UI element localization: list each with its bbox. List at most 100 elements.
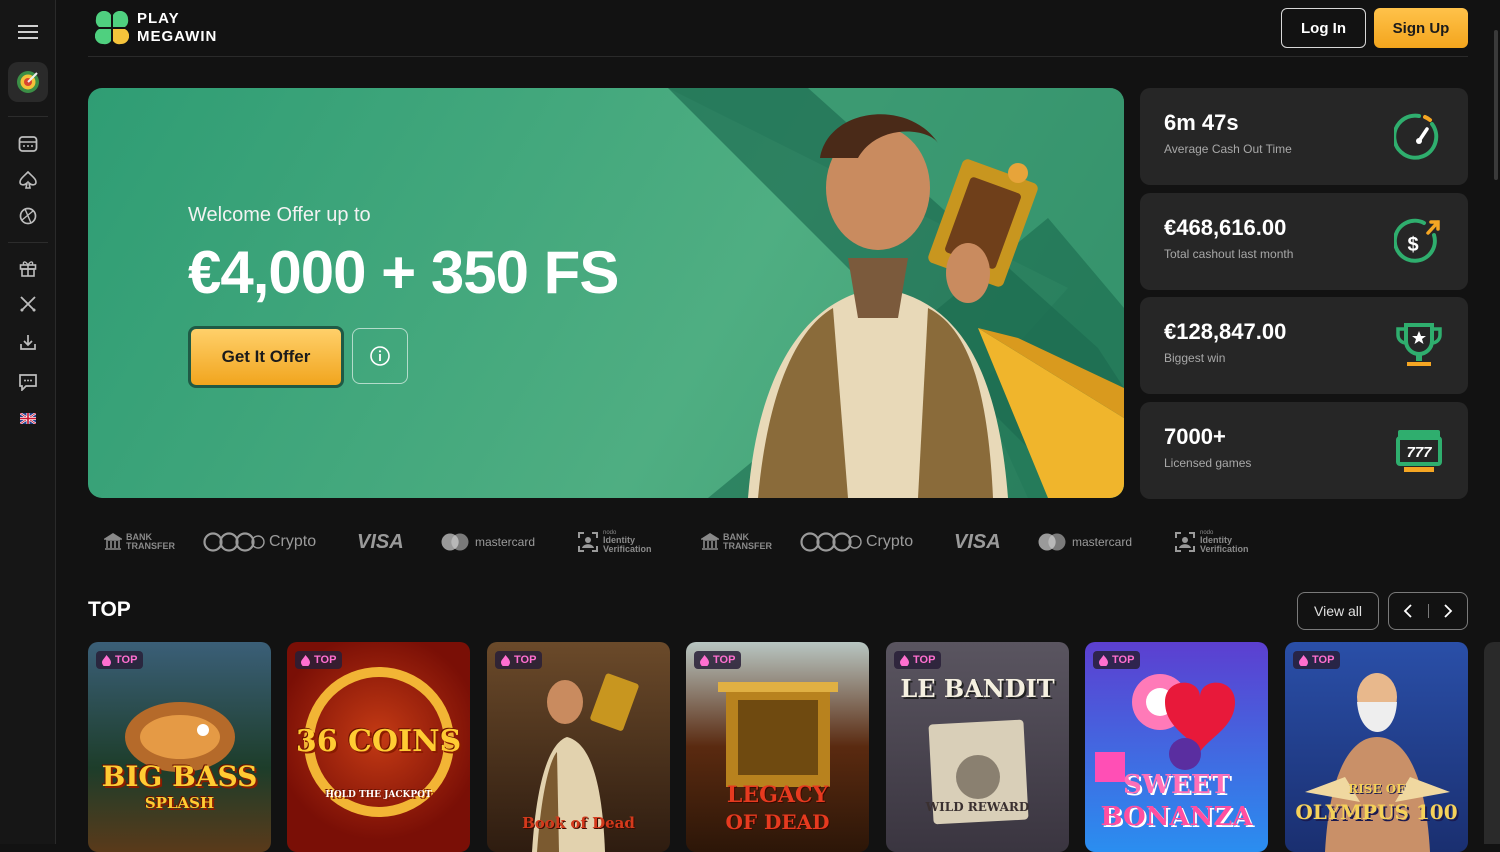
- flame-icon: [1299, 654, 1308, 666]
- top-badge: TOP: [894, 651, 942, 669]
- uk-flag-icon[interactable]: [0, 400, 56, 436]
- game-card[interactable]: TOP Book of Dead: [487, 642, 670, 852]
- game-card[interactable]: TOP LE BANDIT WILD REWARD: [886, 642, 1069, 852]
- identity-verification-logo: nodo Identity Verification: [577, 528, 652, 556]
- clover-icon: [95, 11, 129, 45]
- game-title: RISE OF: [1348, 782, 1405, 796]
- game-card[interactable]: TOP 36 COINS HOLD THE JACKPOT: [287, 642, 470, 852]
- scrollbar[interactable]: [1494, 30, 1498, 180]
- dollar-cashout-icon: $: [1394, 218, 1440, 263]
- game-card[interactable]: TOP RISE OF OLYMPUS 100: [1285, 642, 1468, 852]
- target-icon[interactable]: [8, 62, 48, 102]
- download-icon[interactable]: [0, 324, 56, 360]
- flame-icon: [501, 654, 510, 666]
- stat-card-cashout-time: 6m 47s Average Cash Out Time: [1140, 88, 1468, 185]
- stat-value: €468,616.00: [1164, 215, 1287, 240]
- info-button[interactable]: [352, 328, 408, 384]
- game-title: LE BANDIT: [900, 674, 1055, 703]
- header-divider: [88, 56, 1468, 57]
- bank-transfer-logo: BANK TRANSFER: [104, 528, 175, 556]
- visa-logo: VISA: [357, 530, 404, 553]
- sports-icon[interactable]: [0, 198, 56, 234]
- top-badge: TOP: [694, 651, 742, 669]
- game-subtitle: HOLD THE JACKPOT: [325, 790, 432, 800]
- top-badge: TOP: [1293, 651, 1341, 669]
- mastercard-icon: [1038, 533, 1066, 551]
- stat-card-total-cashout: €468,616.00 Total cashout last month $: [1140, 193, 1468, 290]
- game-title: BIG BASS: [101, 760, 258, 793]
- stat-label: Biggest win: [1164, 351, 1226, 365]
- top-badge: TOP: [96, 651, 144, 669]
- crypto-logo: Crypto: [203, 528, 316, 556]
- stat-value: 7000+: [1164, 424, 1226, 449]
- speedometer-icon: [1394, 113, 1439, 160]
- top-badge: TOP: [295, 651, 343, 669]
- stat-label: Total cashout last month: [1164, 247, 1294, 261]
- slot-777-icon: 777: [1396, 430, 1442, 472]
- game-subtitle: OLYMPUS 100: [1295, 800, 1458, 824]
- game-title: Book of Dead: [522, 814, 635, 832]
- slot-machine-icon[interactable]: [0, 126, 56, 162]
- chevron-left-icon: [1403, 604, 1412, 618]
- info-icon: [370, 346, 390, 366]
- stat-label: Licensed games: [1164, 456, 1252, 470]
- sidebar: [0, 0, 56, 844]
- next-button[interactable]: [1428, 593, 1467, 629]
- stat-value: 6m 47s: [1164, 110, 1239, 135]
- game-card[interactable]: TOP LEGACY OF DEAD: [686, 642, 869, 852]
- login-button[interactable]: Log In: [1281, 8, 1366, 48]
- view-all-button[interactable]: View all: [1297, 592, 1379, 630]
- prev-button[interactable]: [1389, 593, 1428, 629]
- game-title: LEGACY: [726, 782, 829, 808]
- menu-icon[interactable]: [0, 14, 56, 50]
- mastercard-logo: mastercard: [1038, 528, 1132, 556]
- game-subtitle: WILD REWARD: [925, 800, 1030, 814]
- flame-icon: [1099, 654, 1108, 666]
- crypto-logo: Crypto: [800, 528, 913, 556]
- stat-value: €128,847.00: [1164, 319, 1287, 344]
- chevron-right-icon: [1444, 604, 1453, 618]
- identity-icon: [1175, 532, 1195, 552]
- identity-icon: [578, 532, 598, 552]
- get-offer-button[interactable]: Get It Offer: [188, 326, 344, 388]
- top-badge: TOP: [495, 651, 543, 669]
- flame-icon: [700, 654, 709, 666]
- game-title: 36 COINS: [295, 724, 462, 759]
- tournament-icon[interactable]: [0, 286, 56, 322]
- hero-subtitle: Welcome Offer up to: [188, 204, 371, 226]
- flame-icon: [301, 654, 310, 666]
- svg-text:777: 777: [1406, 444, 1432, 461]
- section-title-top: TOP: [88, 598, 131, 621]
- svg-text:$: $: [1407, 234, 1418, 256]
- game-title: SWEET: [1123, 770, 1230, 800]
- trophy-icon: [1396, 323, 1442, 366]
- hero-title: €4,000 + 350 FS: [188, 239, 619, 306]
- stat-card-biggest-win: €128,847.00 Biggest win: [1140, 297, 1468, 394]
- game-subtitle: SPLASH: [144, 794, 215, 812]
- mastercard-logo: mastercard: [441, 528, 535, 556]
- chat-icon[interactable]: [0, 364, 56, 400]
- game-card[interactable]: TOP BIG BASS SPLASH: [88, 642, 271, 852]
- signup-button[interactable]: Sign Up: [1374, 8, 1468, 48]
- next-game-card-peek[interactable]: [1484, 642, 1500, 844]
- hero-banner[interactable]: Welcome Offer up to €4,000 + 350 FS Get …: [88, 88, 1124, 498]
- crypto-coins-icon: [203, 532, 265, 552]
- bank-transfer-logo: BANK TRANSFER: [701, 528, 772, 556]
- stat-label: Average Cash Out Time: [1164, 142, 1292, 156]
- brand-logo[interactable]: PLAY MEGAWIN: [95, 10, 217, 46]
- flame-icon: [102, 654, 111, 666]
- game-card[interactable]: TOP SWEET BONANZA: [1085, 642, 1268, 852]
- carousel-pager: [1388, 592, 1468, 630]
- gift-icon[interactable]: [0, 250, 56, 286]
- bank-icon: [701, 533, 719, 550]
- brand-name: PLAY MEGAWIN: [137, 10, 218, 45]
- top-badge: TOP: [1093, 651, 1141, 669]
- identity-verification-logo: nodo Identity Verification: [1174, 528, 1249, 556]
- game-subtitle: OF DEAD: [725, 810, 830, 834]
- stat-card-licensed-games: 7000+ Licensed games 777: [1140, 402, 1468, 499]
- spade-icon[interactable]: [0, 162, 56, 198]
- game-subtitle: BONANZA: [1100, 802, 1253, 832]
- mastercard-icon: [441, 533, 469, 551]
- visa-logo: VISA: [954, 530, 1001, 553]
- crypto-coins-icon: [800, 532, 862, 552]
